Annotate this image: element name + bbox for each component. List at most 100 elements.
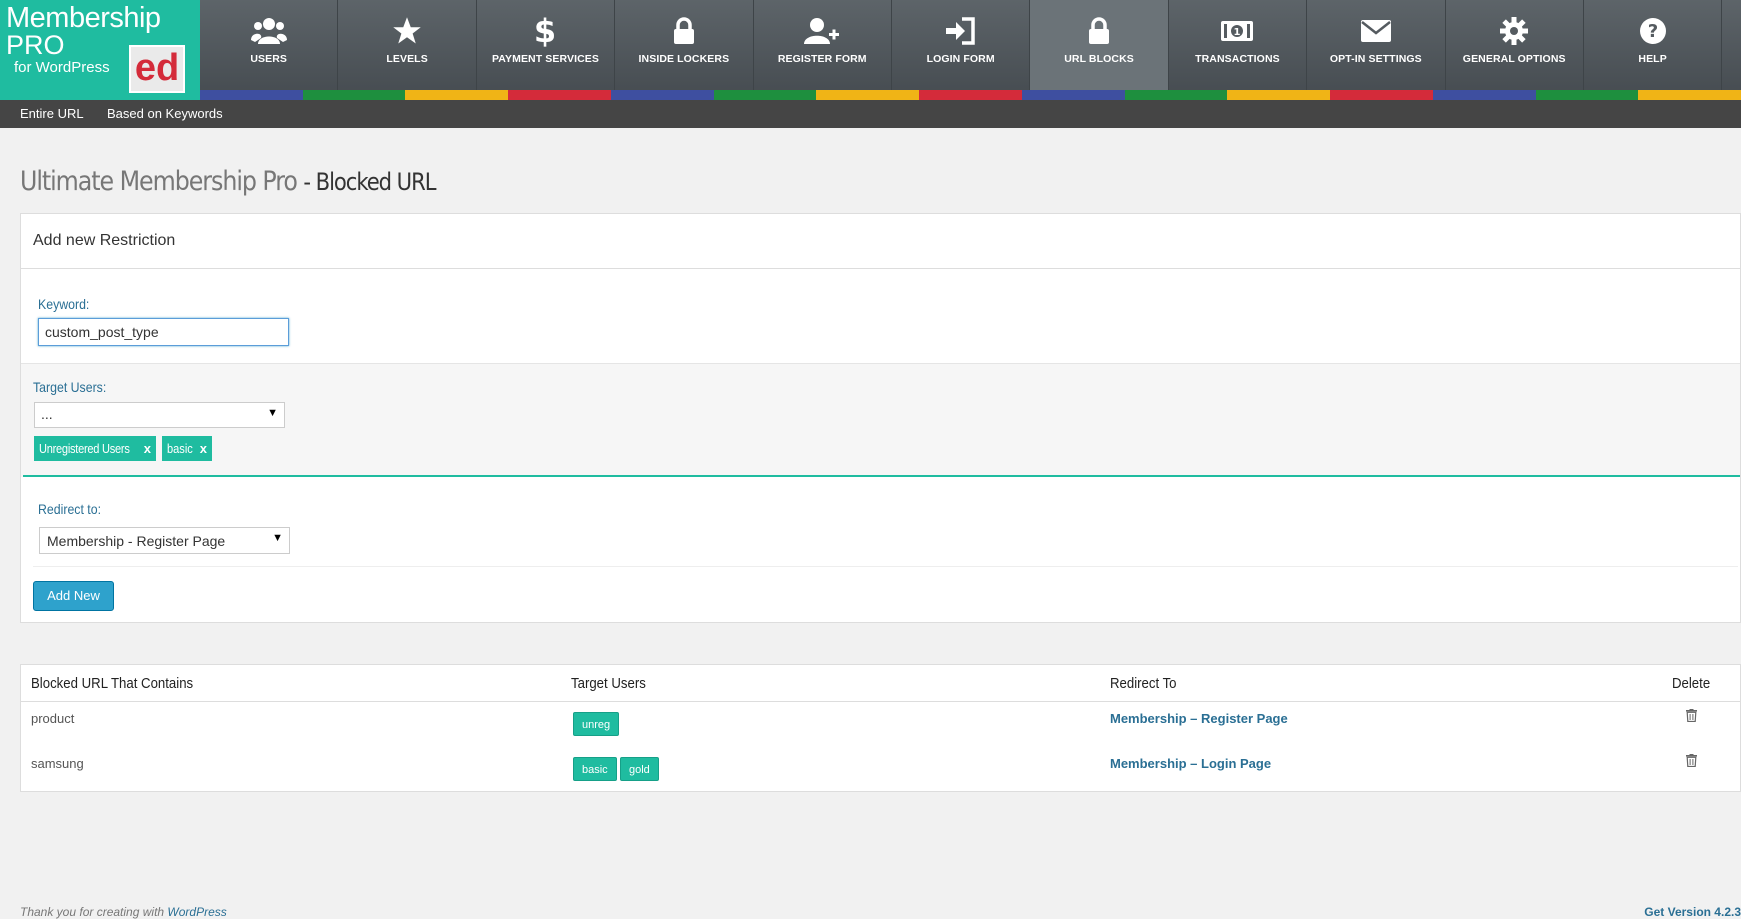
- nav-general-options[interactable]: GENERAL OPTIONS: [1446, 0, 1584, 90]
- nav-optin-settings[interactable]: OPT-IN SETTINGS: [1307, 0, 1446, 90]
- nav-general-label: GENERAL OPTIONS: [1462, 53, 1566, 65]
- svg-text:?: ?: [1647, 21, 1657, 42]
- redirect-label: Redirect to:: [38, 501, 102, 517]
- dollar-icon: $: [477, 14, 614, 48]
- lock-icon: [1030, 14, 1167, 48]
- nav-payment-services[interactable]: $ PAYMENT SERVICES: [477, 0, 616, 90]
- header-delete: Delete: [1672, 675, 1711, 692]
- nav-url-blocks-label: URL BLOCKS: [1064, 53, 1134, 65]
- add-restriction-panel: Add new Restriction Keyword: custom_post…: [20, 213, 1741, 623]
- brand-line-2: PRO: [6, 30, 65, 60]
- brand-logo[interactable]: Membership PRO for WordPress ed: [0, 0, 200, 100]
- row-redirect-link[interactable]: Membership – Register Page: [1110, 711, 1288, 726]
- stripe-segment: [302, 90, 406, 100]
- nav-login-form[interactable]: LOGIN FORM: [892, 0, 1031, 90]
- stripe-segment: [1638, 90, 1741, 100]
- envelope-icon: [1307, 14, 1444, 48]
- user-chip: gold: [620, 757, 659, 781]
- subnav-entire-url[interactable]: Entire URL: [20, 106, 84, 121]
- star-icon: [338, 14, 475, 48]
- stripe-segment: [1535, 90, 1639, 100]
- row-redirect-link[interactable]: Membership – Login Page: [1110, 756, 1271, 771]
- target-users-label: Target Users:: [33, 379, 107, 395]
- nav-levels-label: LEVELS: [386, 53, 428, 65]
- nav-users[interactable]: USERS: [200, 0, 339, 90]
- stripe-segment: [1227, 90, 1331, 100]
- tag-remove-icon[interactable]: x: [144, 436, 151, 461]
- nav-levels[interactable]: LEVELS: [338, 0, 477, 90]
- nav-payment-label: PAYMENT SERVICES: [491, 53, 599, 65]
- stripe-segment: [919, 90, 1022, 100]
- redirect-select[interactable]: Membership - Register Page ▼: [39, 527, 290, 554]
- page-title-main: Ultimate Membership Pro: [20, 166, 298, 197]
- nav-register-label: REGISTER FORM: [777, 53, 867, 65]
- footer-version-link[interactable]: Get Version 4.2.3: [1644, 905, 1741, 919]
- user-chip: unreg: [573, 712, 620, 736]
- lock-icon: [615, 14, 752, 48]
- add-new-button[interactable]: Add New: [33, 581, 114, 611]
- header-blocked-url: Blocked URL That Contains: [31, 675, 194, 692]
- target-tag-basic: basic x: [162, 436, 212, 461]
- row-url: product: [31, 711, 75, 726]
- header-target-users: Target Users: [571, 675, 646, 692]
- section-divider: [23, 475, 1740, 477]
- top-navigation-bar: Membership PRO for WordPress ed USERS LE…: [0, 0, 1741, 100]
- nav-url-blocks[interactable]: URL BLOCKS: [1030, 0, 1169, 90]
- nav-register-form[interactable]: REGISTER FORM: [754, 0, 892, 90]
- nav-transactions-label: TRANSACTIONS: [1195, 53, 1280, 65]
- sub-navigation: Entire URL Based on Keywords: [0, 100, 1741, 128]
- panel-header: Add new Restriction: [21, 214, 1740, 269]
- color-stripe: [200, 90, 1741, 100]
- stripe-segment: [610, 90, 714, 100]
- row-url: samsung: [31, 756, 84, 771]
- svg-text:$: $: [534, 15, 556, 47]
- brand-badge: ed: [129, 45, 185, 93]
- user-chip: basic: [573, 757, 617, 781]
- page-subtitle: - Blocked URL: [303, 168, 436, 196]
- nav-help[interactable]: ? HELP: [1584, 0, 1723, 90]
- nav-users-label: USERS: [250, 53, 288, 65]
- nav-transactions[interactable]: 1 TRANSACTIONS: [1169, 0, 1308, 90]
- stripe-segment: [508, 90, 611, 100]
- stripe-segment: [405, 90, 509, 100]
- tag-remove-icon[interactable]: x: [200, 436, 207, 461]
- nav-optin-label: OPT-IN SETTINGS: [1329, 53, 1422, 65]
- target-users-section: Target Users: ... ▼ Unregistered Users x …: [21, 363, 1740, 477]
- page-title: Ultimate Membership Pro - Blocked URL: [20, 166, 436, 197]
- brand-line-3: for WordPress: [14, 59, 110, 76]
- nav-inside-lockers[interactable]: INSIDE LOCKERS: [615, 0, 754, 90]
- footer-text: Thank you for creating with: [20, 905, 165, 919]
- stripe-segment: [1124, 90, 1228, 100]
- svg-text:1: 1: [1234, 27, 1241, 38]
- footer-credit: Thank you for creating with WordPress: [20, 905, 227, 919]
- keyword-label: Keyword:: [38, 296, 90, 312]
- chevron-down-icon: ▼: [267, 407, 278, 419]
- target-users-select-value: ...: [41, 406, 53, 422]
- tag-label: Unregistered Users: [39, 441, 130, 456]
- footer-wordpress-link[interactable]: WordPress: [167, 905, 226, 919]
- sign-in-icon: [892, 14, 1029, 48]
- header-redirect-to: Redirect To: [1110, 675, 1177, 692]
- target-users-select[interactable]: ... ▼: [34, 402, 285, 428]
- table-header: Blocked URL That Contains Target Users R…: [21, 665, 1740, 702]
- blocked-url-table: Blocked URL That Contains Target Users R…: [20, 664, 1741, 792]
- user-plus-icon: [754, 14, 891, 48]
- stripe-segment: [1021, 90, 1125, 100]
- money-icon: 1: [1169, 14, 1306, 48]
- redirect-select-value: Membership - Register Page: [47, 533, 226, 549]
- stripe-segment: [1330, 90, 1433, 100]
- subnav-based-on-keywords[interactable]: Based on Keywords: [107, 106, 223, 121]
- chevron-down-icon: ▼: [272, 532, 283, 544]
- nav-help-label: HELP: [1638, 53, 1667, 65]
- form-divider: [33, 566, 1738, 567]
- target-tag-unregistered: Unregistered Users x: [34, 436, 156, 461]
- main-nav: USERS LEVELS $ PAYMENT SERVICES INSIDE L…: [200, 0, 1723, 90]
- trash-icon[interactable]: [1686, 754, 1697, 772]
- stripe-segment: [1432, 90, 1536, 100]
- stripe-segment: [200, 90, 303, 100]
- tag-label: basic: [167, 441, 193, 456]
- trash-icon[interactable]: [1686, 709, 1697, 727]
- stripe-segment: [816, 90, 920, 100]
- question-icon: ?: [1584, 14, 1721, 48]
- keyword-input[interactable]: custom_post_type: [38, 318, 289, 346]
